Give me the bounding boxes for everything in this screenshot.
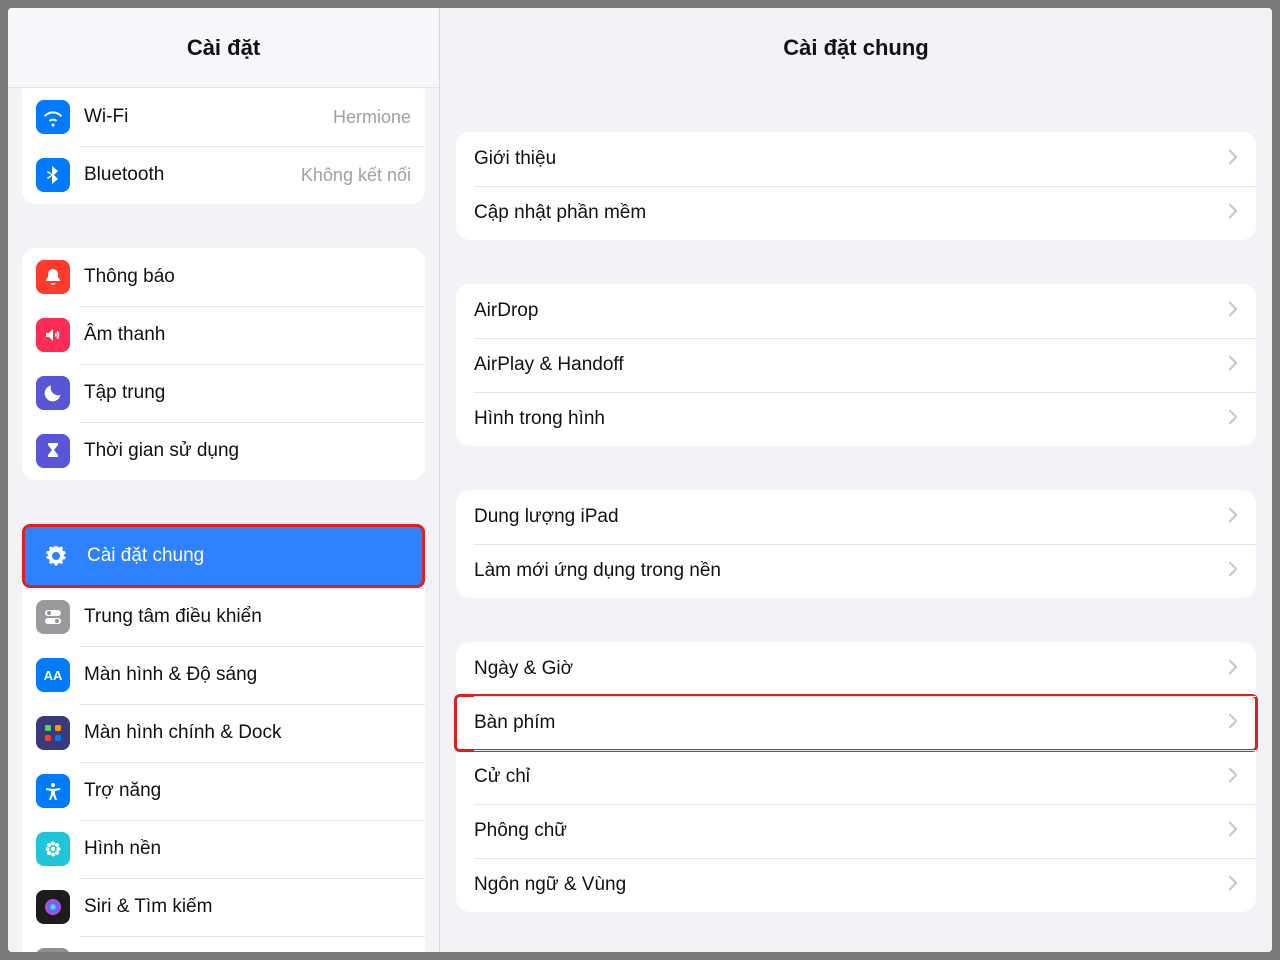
- sidebar-item-label: Cài đặt chung: [87, 545, 408, 567]
- chevron-right-icon: [1228, 561, 1238, 582]
- sidebar-item-label: Trợ năng: [84, 780, 411, 802]
- sidebar-item-label: Âm thanh: [84, 324, 411, 346]
- detail-row-label: AirPlay & Handoff: [474, 354, 624, 376]
- sidebar-item-label: Siri & Tìm kiếm: [84, 896, 411, 918]
- bluetooth-status-value: Không kết nối: [301, 165, 411, 186]
- detail-row-software-update[interactable]: Cập nhật phần mềm: [456, 186, 1256, 240]
- sidebar-item-label: Tập trung: [84, 382, 411, 404]
- detail-row-ipad-storage[interactable]: Dung lượng iPad: [456, 490, 1256, 544]
- sidebar-item-general[interactable]: Cài đặt chung: [22, 524, 425, 588]
- sidebar-item-label: Thông báo: [84, 266, 411, 288]
- aa-icon: [36, 658, 70, 692]
- chevron-right-icon: [1228, 767, 1238, 788]
- toggles-icon: [36, 600, 70, 634]
- chevron-right-icon: [1228, 203, 1238, 224]
- sidebar-item-home-dock[interactable]: Màn hình chính & Dock: [22, 704, 425, 762]
- bell-icon: [36, 260, 70, 294]
- detail-row-label: Làm mới ứng dụng trong nền: [474, 560, 721, 582]
- detail-row-label: Bàn phím: [474, 712, 555, 734]
- detail-row-label: Ngôn ngữ & Vùng: [474, 874, 626, 896]
- detail-row-keyboard[interactable]: Bàn phím: [456, 696, 1256, 750]
- detail-row-label: Phông chữ: [474, 820, 567, 842]
- chevron-right-icon: [1228, 821, 1238, 842]
- detail-row-airplay[interactable]: AirPlay & Handoff: [456, 338, 1256, 392]
- chevron-right-icon: [1228, 507, 1238, 528]
- wifi-network-value: Hermione: [333, 107, 411, 128]
- chevron-right-icon: [1228, 355, 1238, 376]
- bluetooth-icon: [36, 158, 70, 192]
- sidebar-scroll[interactable]: Wi-Fi Hermione Bluetooth Không kết nối T…: [8, 88, 439, 952]
- sidebar-item-apple-pencil[interactable]: Apple Pencil: [22, 936, 425, 952]
- sidebar-item-label: Trung tâm điều khiển: [84, 606, 411, 628]
- detail-row-airdrop[interactable]: AirDrop: [456, 284, 1256, 338]
- grid-icon: [36, 716, 70, 750]
- detail-group-storage: Dung lượng iPad Làm mới ứng dụng trong n…: [456, 490, 1256, 598]
- detail-row-label: Cử chỉ: [474, 766, 530, 788]
- detail-row-label: AirDrop: [474, 300, 538, 322]
- chevron-right-icon: [1228, 659, 1238, 680]
- settings-sidebar: Cài đặt Wi-Fi Hermione Bluetooth Không k…: [8, 8, 440, 952]
- sidebar-item-label: Bluetooth: [84, 164, 287, 186]
- sidebar-group-general: Cài đặt chung Trung tâm điều khiển Màn h…: [22, 524, 425, 952]
- detail-scroll[interactable]: Giới thiệu Cập nhật phần mềm AirDrop Air…: [440, 88, 1272, 952]
- detail-title: Cài đặt chung: [440, 8, 1272, 88]
- speaker-icon: [36, 318, 70, 352]
- sidebar-item-focus[interactable]: Tập trung: [22, 364, 425, 422]
- detail-group-sharing: AirDrop AirPlay & Handoff Hình trong hìn…: [456, 284, 1256, 446]
- moon-icon: [36, 376, 70, 410]
- sidebar-item-siri[interactable]: Siri & Tìm kiếm: [22, 878, 425, 936]
- detail-row-label: Dung lượng iPad: [474, 506, 619, 528]
- chevron-right-icon: [1228, 875, 1238, 896]
- detail-row-label: Cập nhật phần mềm: [474, 202, 646, 224]
- hourglass-icon: [36, 434, 70, 468]
- detail-row-label: Hình trong hình: [474, 408, 605, 430]
- gear-icon: [39, 539, 73, 573]
- detail-group-system: Giới thiệu Cập nhật phần mềm: [456, 132, 1256, 240]
- sidebar-item-control-center[interactable]: Trung tâm điều khiển: [22, 588, 425, 646]
- sidebar-item-accessibility[interactable]: Trợ năng: [22, 762, 425, 820]
- sidebar-item-bluetooth[interactable]: Bluetooth Không kết nối: [22, 146, 425, 204]
- sidebar-item-wifi[interactable]: Wi-Fi Hermione: [22, 88, 425, 146]
- sidebar-item-label: Wi-Fi: [84, 106, 319, 128]
- detail-row-label: Ngày & Giờ: [474, 658, 573, 680]
- chevron-right-icon: [1228, 149, 1238, 170]
- sidebar-item-screen-time[interactable]: Thời gian sử dụng: [22, 422, 425, 480]
- detail-group-input: Ngày & Giờ Bàn phím Cử chỉ Phông chữ Ngô…: [456, 642, 1256, 912]
- detail-row-background-refresh[interactable]: Làm mới ứng dụng trong nền: [456, 544, 1256, 598]
- sidebar-group-connectivity: Wi-Fi Hermione Bluetooth Không kết nối: [22, 88, 425, 204]
- sidebar-item-label: Thời gian sử dụng: [84, 440, 411, 462]
- detail-row-gestures[interactable]: Cử chỉ: [456, 750, 1256, 804]
- sidebar-item-sounds[interactable]: Âm thanh: [22, 306, 425, 364]
- chevron-right-icon: [1228, 301, 1238, 322]
- detail-row-about[interactable]: Giới thiệu: [456, 132, 1256, 186]
- wifi-icon: [36, 100, 70, 134]
- sidebar-item-notifications[interactable]: Thông báo: [22, 248, 425, 306]
- sidebar-item-label: Màn hình & Độ sáng: [84, 664, 411, 686]
- pencil-icon: [36, 948, 70, 952]
- settings-screen: Cài đặt Wi-Fi Hermione Bluetooth Không k…: [8, 8, 1272, 952]
- detail-row-pip[interactable]: Hình trong hình: [456, 392, 1256, 446]
- sidebar-item-wallpaper[interactable]: Hình nền: [22, 820, 425, 878]
- sidebar-title: Cài đặt: [8, 8, 439, 88]
- detail-row-date-time[interactable]: Ngày & Giờ: [456, 642, 1256, 696]
- sidebar-item-label: Màn hình chính & Dock: [84, 722, 411, 744]
- siri-icon: [36, 890, 70, 924]
- chevron-right-icon: [1228, 713, 1238, 734]
- detail-row-fonts[interactable]: Phông chữ: [456, 804, 1256, 858]
- detail-pane: Cài đặt chung Giới thiệu Cập nhật phần m…: [440, 8, 1272, 952]
- accessibility-icon: [36, 774, 70, 808]
- detail-row-language-region[interactable]: Ngôn ngữ & Vùng: [456, 858, 1256, 912]
- chevron-right-icon: [1228, 409, 1238, 430]
- sidebar-item-label: Hình nền: [84, 838, 411, 860]
- detail-row-label: Giới thiệu: [474, 148, 556, 170]
- sidebar-item-display[interactable]: Màn hình & Độ sáng: [22, 646, 425, 704]
- flower-icon: [36, 832, 70, 866]
- sidebar-group-alerts: Thông báo Âm thanh Tập trung Thời gian s…: [22, 248, 425, 480]
